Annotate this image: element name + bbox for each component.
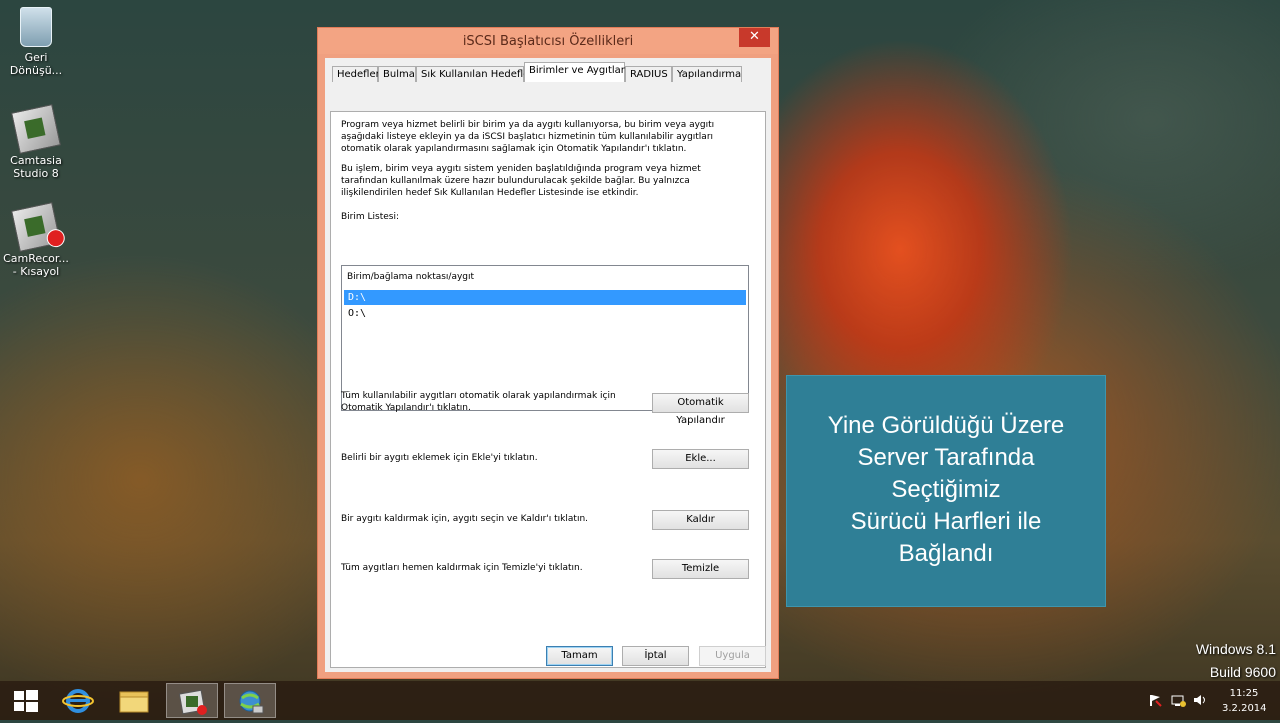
list-item[interactable]: O:\ <box>344 306 746 321</box>
iscsi-properties-dialog: iSCSI Başlatıcısı Özellikleri ✕ Hedefler… <box>317 27 779 679</box>
text-line: otomatik olarak yapılandırmasını sağlama… <box>341 144 687 154</box>
intro-text-1: Program veya hizmet belirli bir birim ya… <box>341 119 714 155</box>
tab-favorite-targets[interactable]: Sık Kullanılan Hedefler <box>416 66 533 82</box>
tab-configuration[interactable]: Yapılandırma <box>672 66 742 82</box>
taskbar-internet-explorer[interactable] <box>52 683 104 718</box>
text-line: Program veya hizmet belirli bir birim ya… <box>341 120 715 130</box>
windows-build-watermark: Build 9600 <box>1209 664 1276 680</box>
record-icon <box>45 227 67 249</box>
overlay-line: Seçtiğimiz <box>891 476 1001 503</box>
tab-panel-volumes-devices: Program veya hizmet belirli bir birim ya… <box>330 111 766 668</box>
text-line: tarafından kullanılmak üzere hazır bulun… <box>341 176 690 186</box>
tab-volumes-devices[interactable]: Birimler ve Aygıtlar <box>524 62 625 82</box>
clock-date: 3.2.2014 <box>1222 703 1267 714</box>
folder-icon <box>119 691 149 713</box>
text-line: aşağıdaki listeye ekleyin ya da iSCSI ba… <box>341 132 714 142</box>
text-line: Otomatik Yapılandır'ı tıklatın. <box>341 403 471 413</box>
desktop-icon-label: Geri <box>24 51 48 64</box>
apply-button[interactable]: Uygula <box>699 646 766 666</box>
taskbar-iscsi-initiator[interactable] <box>224 683 276 718</box>
clock[interactable]: 11:25 3.2.2014 <box>1222 688 1267 714</box>
camrecorder-icon <box>178 689 207 715</box>
taskbar-file-explorer[interactable] <box>108 683 160 718</box>
title-bar[interactable]: iSCSI Başlatıcısı Özellikleri ✕ <box>318 28 778 54</box>
desktop-icon-camrecorder[interactable]: CamRecor... - Kısayol <box>0 202 72 278</box>
desktop-icon-label: - Kısayol <box>12 265 60 278</box>
auto-configure-text: Tüm kullanılabilir aygıtları otomatik ol… <box>341 390 616 414</box>
start-button[interactable] <box>0 683 52 718</box>
add-text: Belirli bir aygıtı eklemek için Ekle'yi … <box>341 453 538 463</box>
volume-list-label: Birim Listesi: <box>341 212 399 222</box>
ok-button[interactable]: Tamam <box>546 646 613 666</box>
taskbar-camrecorder[interactable] <box>166 683 218 718</box>
cancel-button[interactable]: İptal <box>622 646 689 666</box>
text-line: ilişkilendirilen hedef Sık Kullanılan He… <box>341 188 639 198</box>
remove-text: Bir aygıtı kaldırmak için, aygıtı seçin … <box>341 514 589 524</box>
action-center-icon[interactable] <box>1148 693 1162 710</box>
annotation-overlay: Yine Görüldüğü Üzere Server Tarafında Se… <box>786 375 1106 607</box>
windows-version-watermark: Windows 8.1 <box>1195 641 1276 657</box>
add-button[interactable]: Ekle... <box>652 449 749 469</box>
close-button[interactable]: ✕ <box>739 28 770 47</box>
list-item[interactable]: D:\ <box>344 290 746 305</box>
dialog-client: Hedefler Bulma Sık Kullanılan Hedefler B… <box>325 58 771 672</box>
tab-hedefler[interactable]: Hedefler <box>332 66 380 82</box>
dialog-title: iSCSI Başlatıcısı Özellikleri <box>462 34 634 49</box>
desktop-icon-label: Studio 8 <box>13 167 59 180</box>
network-icon[interactable] <box>1170 693 1186 710</box>
volume-icon[interactable] <box>1192 693 1208 710</box>
recycle-bin-icon <box>20 7 52 47</box>
internet-explorer-icon <box>62 689 94 713</box>
volume-list-header: Birim/bağlama noktası/aygıt <box>347 272 475 282</box>
camrecorder-icon <box>11 202 67 252</box>
clear-text: Tüm aygıtları hemen kaldırmak için Temiz… <box>341 563 583 573</box>
overlay-line: Bağlandı <box>898 540 994 567</box>
taskbar: 11:25 3.2.2014 <box>0 681 1280 720</box>
clock-time: 11:25 <box>1229 688 1259 699</box>
overlay-line: Server Tarafında <box>857 444 1035 471</box>
tab-radius[interactable]: RADIUS <box>625 66 672 82</box>
desktop-icon-recycle-bin[interactable]: Geri Dönüşü... <box>0 7 72 77</box>
tab-bulma[interactable]: Bulma <box>378 66 416 82</box>
windows-logo-icon <box>14 690 38 712</box>
clear-button[interactable]: Temizle <box>652 559 749 579</box>
text-line: Tüm kullanılabilir aygıtları otomatik ol… <box>341 391 616 401</box>
desktop-icon-label: Dönüşü... <box>9 64 63 77</box>
overlay-line: Sürücü Harfleri ile <box>850 508 1042 535</box>
intro-text-2: Bu işlem, birim veya aygıtı sistem yenid… <box>341 163 701 199</box>
network-globe-icon <box>239 690 264 714</box>
desktop-icon-camtasia[interactable]: Camtasia Studio 8 <box>0 104 72 180</box>
camtasia-icon <box>11 104 61 154</box>
remove-button[interactable]: Kaldır <box>652 510 749 530</box>
desktop-icon-label: CamRecor... <box>3 252 69 265</box>
text-line: Bu işlem, birim veya aygıtı sistem yenid… <box>341 164 701 174</box>
auto-configure-button[interactable]: Otomatik Yapılandır <box>652 393 749 426</box>
overlay-line: Yine Görüldüğü Üzere <box>827 412 1065 439</box>
desktop-icon-label: Camtasia <box>10 154 62 167</box>
